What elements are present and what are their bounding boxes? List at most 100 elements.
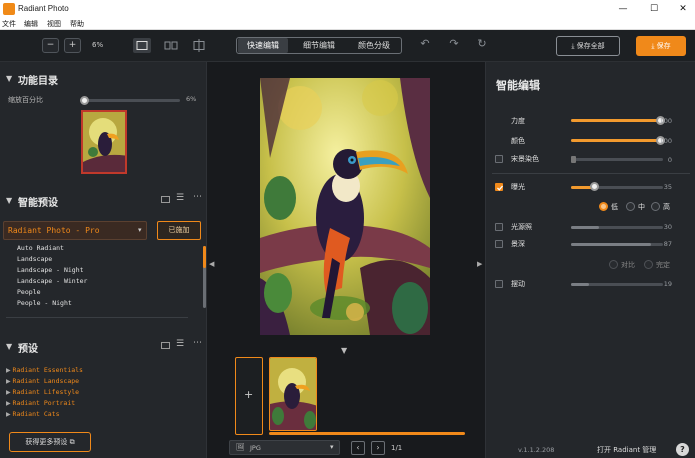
grid-view-icon[interactable]: [161, 342, 170, 349]
depth-value: 87: [663, 240, 672, 248]
list-view-icon[interactable]: ☰: [176, 339, 184, 349]
list-view-icon[interactable]: ☰: [176, 193, 184, 203]
depth-checkbox[interactable]: [495, 240, 503, 248]
swing-checkbox[interactable]: [495, 280, 503, 288]
filmstrip-thumbnail[interactable]: [269, 357, 317, 431]
collapse-presets-icon[interactable]: ▼: [6, 342, 12, 351]
undo-icon[interactable]: ↶: [418, 37, 432, 50]
color-slider-fill: [571, 139, 663, 142]
swing-label: 摆动: [511, 280, 525, 288]
collapse-right-icon[interactable]: ▶: [477, 260, 482, 268]
list-item[interactable]: People - Night: [17, 299, 197, 310]
get-more-presets-button[interactable]: 获得更多预设 ⧉: [9, 432, 91, 452]
compare-view-button[interactable]: [190, 38, 208, 53]
zoom-percent-label: 缩放百分比: [8, 96, 43, 104]
depth-contrast-label: 对比: [621, 261, 635, 269]
exposure-high-radio[interactable]: [651, 202, 660, 211]
toggle-filmstrip-icon[interactable]: ▼: [341, 346, 347, 355]
applied-button[interactable]: 已施加: [157, 221, 201, 240]
redo-icon[interactable]: ↷: [447, 37, 461, 50]
tab-color-grading[interactable]: 颜色分级: [349, 38, 399, 53]
maximize-button[interactable]: ☐: [643, 2, 665, 17]
preset-group-label: Radiant Landscape: [12, 377, 80, 385]
list-item[interactable]: ▶ Radiant Essentials: [6, 366, 196, 377]
save-button[interactable]: ⤓ 保存: [636, 36, 686, 56]
tint-slider[interactable]: [571, 158, 663, 161]
add-image-button[interactable]: +: [235, 357, 263, 435]
exposure-checkbox[interactable]: [495, 183, 503, 191]
preset-select-value: Radiant Photo - Pro: [8, 226, 100, 235]
image-format-icon: 🖼: [236, 443, 245, 451]
preset-select[interactable]: Radiant Photo - Pro ▾: [3, 221, 147, 240]
collapse-catalog-icon[interactable]: ▼: [6, 74, 12, 83]
collapse-left-icon[interactable]: ◀: [209, 260, 214, 268]
depth-contrast-radio[interactable]: [609, 260, 618, 269]
exposure-low-label: 低: [611, 203, 618, 211]
save-download-icon: ⤓: [651, 42, 655, 50]
list-item[interactable]: ▶ Radiant Landscape: [6, 377, 196, 388]
list-item[interactable]: Landscape - Night: [17, 266, 197, 277]
list-item[interactable]: ▶ Radiant Portrait: [6, 399, 196, 410]
reset-icon[interactable]: ↻: [475, 37, 489, 50]
get-more-presets-label: 获得更多预设: [25, 438, 68, 446]
tint-label: 宋景染色: [511, 155, 539, 163]
left-panel: ▼ 功能目录 缩放百分比 6% ▼ 智能预设 ☰ ⋯ Radiant Photo…: [0, 62, 207, 458]
zoom-percent-knob[interactable]: [80, 96, 89, 105]
chevron-down-icon: ▾: [138, 226, 142, 234]
color-value: 100: [659, 137, 672, 145]
menu-edit[interactable]: 编辑: [24, 19, 38, 30]
close-button[interactable]: ✕: [672, 2, 694, 17]
split-view-button[interactable]: [162, 38, 180, 53]
preset-group-label: Radiant Cats: [12, 410, 60, 418]
next-page-button[interactable]: ›: [371, 441, 385, 455]
toucan-artwork: [260, 78, 430, 335]
preset-list-scroll-thumb[interactable]: [203, 246, 206, 268]
help-icon[interactable]: ?: [676, 443, 689, 456]
zoom-out-button[interactable]: −: [42, 38, 59, 53]
prev-page-button[interactable]: ‹: [351, 441, 365, 455]
tint-knob[interactable]: [571, 156, 576, 163]
grid-view-icon[interactable]: [161, 196, 170, 203]
menu-file[interactable]: 文件: [2, 19, 16, 30]
list-item[interactable]: Landscape - Winter: [17, 277, 197, 288]
menu-view[interactable]: 视图: [47, 19, 61, 30]
save-all-button[interactable]: ⤓ 保存全部: [556, 36, 620, 56]
exposure-high-label: 高: [663, 203, 670, 211]
swing-slider-fill: [571, 283, 589, 286]
menu-bar: 文件 编辑 视图 帮助: [0, 19, 695, 30]
main-image[interactable]: [260, 78, 430, 335]
external-link-icon: ⧉: [69, 438, 75, 446]
depth-fixed-radio[interactable]: [644, 260, 653, 269]
light-checkbox[interactable]: [495, 223, 503, 231]
presets-title: 预设: [18, 344, 38, 355]
list-item[interactable]: Landscape: [17, 255, 197, 266]
more-icon[interactable]: ⋯: [193, 192, 202, 202]
collapse-smart-presets-icon[interactable]: ▼: [6, 196, 12, 205]
menu-help[interactable]: 帮助: [70, 19, 84, 30]
zoom-percent-slider[interactable]: [80, 99, 180, 102]
app-logo-icon: [3, 3, 15, 15]
list-item[interactable]: ▶ Radiant Cats: [6, 410, 196, 421]
smart-presets-title: 智能预设: [18, 198, 58, 209]
page-indicator: 1/1: [391, 444, 403, 452]
exposure-mid-radio[interactable]: [626, 202, 635, 211]
exposure-low-radio[interactable]: [599, 202, 608, 211]
single-view-button[interactable]: [133, 38, 151, 53]
minimize-button[interactable]: —: [612, 2, 634, 17]
edit-mode-tabs: 快速编辑 细节编辑 颜色分级: [236, 37, 402, 54]
tint-checkbox[interactable]: [495, 155, 503, 163]
list-item[interactable]: People: [17, 288, 197, 299]
tab-detail-edit[interactable]: 细节编辑: [294, 38, 344, 53]
list-item[interactable]: Auto Radiant: [17, 244, 197, 255]
list-item[interactable]: ▶ Radiant Lifestyle: [6, 388, 196, 399]
zoom-in-button[interactable]: +: [64, 38, 81, 53]
version-label: v.1.1.2.208: [518, 446, 555, 454]
more-icon[interactable]: ⋯: [193, 338, 202, 348]
filmstrip-scrollbar[interactable]: [269, 432, 465, 435]
exposure-knob[interactable]: [590, 182, 599, 191]
tab-quick-edit[interactable]: 快速编辑: [238, 38, 288, 53]
depth-slider-fill: [571, 243, 651, 246]
open-manager-link[interactable]: 打开 Radiant 管理: [597, 445, 656, 455]
navigator-thumbnail[interactable]: [81, 110, 127, 174]
file-format-select[interactable]: 🖼 JPG ▾: [229, 440, 340, 455]
